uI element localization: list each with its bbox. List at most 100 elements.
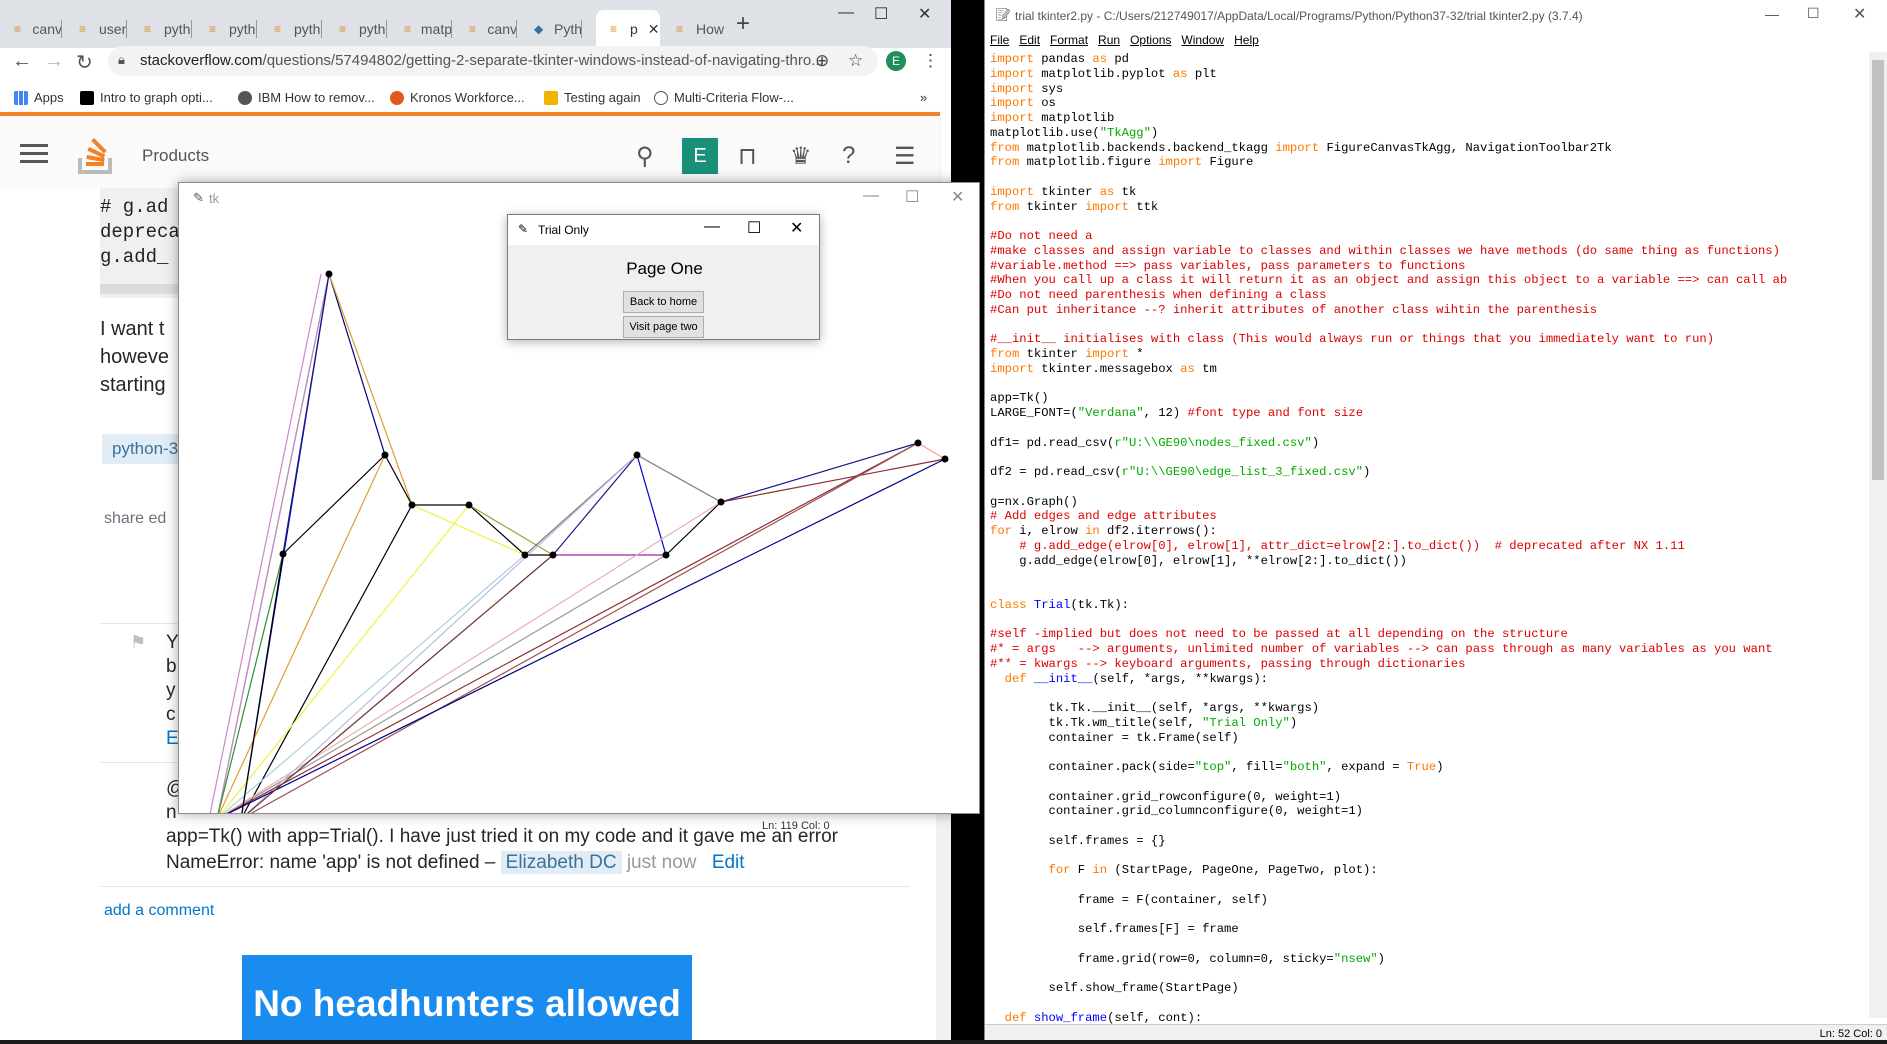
browser-tab[interactable]: ≡ pyth	[130, 10, 192, 48]
code-editor[interactable]: import pandas as pd import matplotlib.py…	[990, 52, 1787, 1026]
bookmark-label: Intro to graph opti...	[100, 90, 213, 105]
browser-tab[interactable]: ≡ pyth	[195, 10, 257, 48]
back-arrow-icon[interactable]: ←	[12, 50, 32, 73]
stackexchange-icon[interactable]: ☰	[894, 142, 916, 171]
browser-tab[interactable]: ≡ pyth	[325, 10, 387, 48]
products-link[interactable]: Products	[142, 146, 209, 166]
stackoverflow-tab-icon: ≡	[339, 22, 347, 36]
tk-titlebar[interactable]: ✎ tk — ☐ ✕	[179, 183, 979, 215]
question-text: starting	[100, 374, 166, 396]
back-to-home-button[interactable]: Back to home	[623, 291, 704, 313]
search-icon[interactable]: ⚲	[636, 142, 654, 171]
maximize-icon[interactable]: ☐	[747, 218, 761, 238]
minimize-icon[interactable]: —	[1765, 6, 1779, 22]
cursor-position: Ln: 52 Col: 0	[1819, 1028, 1882, 1040]
stackoverflow-tab-icon: ≡	[469, 22, 477, 36]
menu-window[interactable]: Window	[1181, 33, 1224, 52]
browser-tab[interactable]: ≡ matp	[390, 10, 452, 48]
advertisement-banner[interactable]: No headhunters allowed	[242, 955, 692, 1040]
address-bar[interactable]: 🔒︎ stackoverflow.com/questions/57494802/…	[108, 46, 878, 76]
tab-strip: ≡ canv ≡ user ≡ pyth ≡ pyth ≡ pyth ≡ pyth ≡ mat…	[0, 0, 951, 48]
tag-python[interactable]: python-3	[102, 434, 189, 464]
comment-edit-link[interactable]: Edit	[712, 852, 745, 873]
zoom-icon[interactable]: ⊕	[815, 51, 829, 71]
trial-titlebar[interactable]: ✎ Trial Only — ☐ ✕	[508, 215, 819, 245]
tab-label: user	[99, 21, 127, 37]
inbox-icon[interactable]: ⊓	[738, 142, 757, 171]
close-icon[interactable]: ✕	[918, 4, 931, 24]
maximize-icon[interactable]: ☐	[874, 4, 888, 24]
reload-icon[interactable]: ↻	[76, 50, 93, 75]
bookmark-favicon-icon	[390, 90, 404, 105]
minimize-icon[interactable]: —	[704, 218, 720, 236]
stackoverflow-header: Products ⚲ E ⊓ ♛ ? ☰	[0, 112, 940, 188]
close-tab-icon[interactable]: ✕	[648, 21, 660, 38]
tk-feather-icon: ✎	[193, 190, 204, 205]
browser-tab[interactable]: ≡ pyth	[260, 10, 322, 48]
idle-titlebar[interactable]: 📝︎ trial tkinter2.py - C:/Users/21274901…	[985, 0, 1887, 30]
browser-tab[interactable]: ≡ canv	[455, 10, 517, 48]
bookmarks-bar: Apps Intro to graph opti... IBM How to r…	[0, 82, 951, 112]
answer-link[interactable]: E	[166, 728, 179, 750]
bookmark-label: Multi-Criteria Flow-...	[674, 90, 794, 105]
close-icon[interactable]: ✕	[951, 187, 964, 207]
menu-edit[interactable]: Edit	[1019, 33, 1040, 52]
lock-icon: 🔒︎	[118, 52, 125, 67]
user-avatar[interactable]: E	[682, 138, 718, 174]
menu-run[interactable]: Run	[1098, 33, 1120, 52]
add-comment-link[interactable]: add a comment	[104, 902, 214, 920]
stackoverflow-logo-icon[interactable]	[78, 130, 116, 174]
code-scrollbar[interactable]	[100, 284, 180, 294]
browser-tab[interactable]: ≡ user	[65, 10, 127, 48]
close-icon[interactable]: ✕	[790, 218, 803, 238]
trial-only-window: ✎ Trial Only — ☐ ✕ Page One Back to home…	[507, 214, 820, 340]
editor-scrollbar[interactable]	[1869, 52, 1887, 1018]
hamburger-menu-icon[interactable]	[20, 144, 48, 164]
bookmark-label: Apps	[34, 90, 64, 105]
share-link[interactable]: share ed	[104, 510, 166, 528]
menu-kebab-icon[interactable]: ⋮	[922, 51, 939, 71]
comment-text: n	[166, 802, 177, 823]
globe-icon	[654, 90, 668, 105]
maximize-icon[interactable]: ☐	[1807, 5, 1820, 22]
new-tab-button[interactable]: +	[736, 10, 750, 38]
menu-help[interactable]: Help	[1234, 33, 1259, 52]
bookmark-item[interactable]: Multi-Criteria Flow-...	[654, 90, 794, 105]
question-text: I want t	[100, 318, 165, 340]
bookmark-apps[interactable]: Apps	[14, 90, 64, 105]
minimize-icon[interactable]: —	[863, 187, 879, 205]
bookmarks-overflow-icon[interactable]: »	[920, 90, 927, 105]
browser-tab-active[interactable]: ≡ p ✕	[596, 10, 660, 48]
achievements-trophy-icon[interactable]: ♛	[790, 142, 812, 171]
browser-tab[interactable]: ◆ Pyth	[520, 10, 582, 48]
visit-page-two-button[interactable]: Visit page two	[623, 316, 704, 338]
bookmark-favicon-icon	[238, 90, 252, 105]
comment-user-link[interactable]: Elizabeth DC	[500, 851, 622, 874]
forward-arrow-icon[interactable]: →	[44, 50, 64, 73]
bookmark-item[interactable]: Testing again	[544, 90, 641, 105]
help-icon[interactable]: ?	[842, 142, 855, 170]
answer-text: c	[166, 704, 176, 725]
bookmark-item[interactable]: Kronos Workforce...	[390, 90, 525, 105]
minimize-icon[interactable]: —	[838, 4, 854, 22]
stackoverflow-tab-icon: ≡	[14, 22, 22, 36]
maximize-icon[interactable]: ☐	[905, 187, 919, 207]
browser-tab[interactable]: ≡ canv	[0, 10, 62, 48]
bookmark-item[interactable]: IBM How to remov...	[238, 90, 375, 105]
tab-label: How	[695, 21, 724, 37]
menu-options[interactable]: Options	[1130, 33, 1171, 52]
idle-menubar: File Edit Format Run Options Window Help	[985, 30, 1887, 52]
menu-file[interactable]: File	[990, 33, 1009, 52]
bookmark-star-icon[interactable]: ☆	[848, 51, 863, 71]
answer-text: y	[166, 680, 176, 701]
close-icon[interactable]: ✕	[1853, 4, 1866, 24]
url-path: /questions/57494802/getting-2-separate-t…	[262, 52, 824, 69]
bookmark-item[interactable]: Intro to graph opti...	[80, 90, 213, 105]
url-domain: stackoverflow.com	[140, 52, 263, 69]
flag-icon[interactable]: ⚑	[130, 632, 146, 653]
answer-text: Y	[166, 632, 179, 653]
menu-format[interactable]: Format	[1050, 33, 1088, 52]
browser-tab[interactable]: ≡ How	[662, 10, 724, 48]
page-one-heading: Page One	[626, 259, 703, 278]
profile-avatar[interactable]: E	[886, 51, 906, 71]
